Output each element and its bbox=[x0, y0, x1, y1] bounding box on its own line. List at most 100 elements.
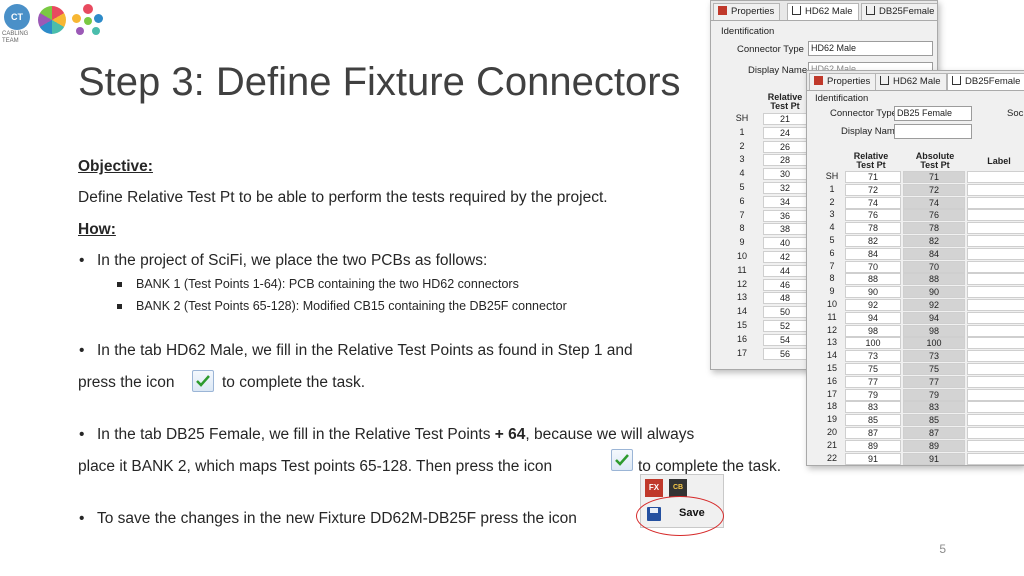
relative-test-pt-cell[interactable]: 48 bbox=[763, 292, 807, 305]
relative-test-pt-header: Relative Test Pt bbox=[767, 92, 803, 111]
page-number: 5 bbox=[939, 542, 946, 556]
bullet-2-line-1: In the tab HD62 Male, we fill in the Rel… bbox=[97, 342, 633, 359]
relative-test-pt-cell[interactable]: 46 bbox=[763, 278, 807, 291]
relative-test-pt-cell[interactable]: 42 bbox=[763, 251, 807, 263]
relative-test-pt-cell[interactable]: 100 bbox=[845, 337, 901, 350]
relative-test-pt-cell[interactable]: 36 bbox=[763, 209, 807, 222]
relative-test-pt-cell[interactable]: 85 bbox=[845, 414, 901, 427]
connector-icon bbox=[880, 76, 889, 85]
relative-test-pt-cell[interactable]: 32 bbox=[763, 182, 807, 194]
confirm-check-icon[interactable] bbox=[611, 449, 633, 471]
row-number: 8 bbox=[739, 223, 745, 234]
absolute-test-pt-cell: 92 bbox=[903, 299, 965, 311]
relative-test-pt-cell[interactable]: 52 bbox=[763, 320, 807, 332]
label-cell[interactable] bbox=[967, 439, 1024, 452]
label-cell[interactable] bbox=[967, 286, 1024, 299]
relative-test-pt-cell[interactable]: 76 bbox=[845, 209, 901, 222]
row-number: 10 bbox=[736, 251, 747, 261]
absolute-test-pt-cell: 74 bbox=[903, 196, 965, 209]
tab-hd62-male[interactable]: HD62 Male bbox=[787, 3, 859, 20]
absolute-test-pt-cell: 85 bbox=[903, 414, 965, 427]
relative-test-pt-cell[interactable]: 92 bbox=[845, 299, 901, 311]
label-cell[interactable] bbox=[967, 273, 1024, 286]
label-cell[interactable] bbox=[967, 209, 1024, 222]
relative-test-pt-cell[interactable]: 84 bbox=[845, 247, 901, 260]
relative-test-pt-cell[interactable]: 89 bbox=[845, 439, 901, 452]
relative-test-pt-cell[interactable]: 87 bbox=[845, 427, 901, 439]
label-cell[interactable] bbox=[967, 183, 1024, 196]
bullet-1-text: In the project of SciFi, we place the tw… bbox=[97, 252, 488, 269]
relative-test-pt-cell[interactable]: 78 bbox=[845, 222, 901, 235]
relative-test-pt-cell[interactable]: 77 bbox=[845, 375, 901, 388]
label-cell[interactable] bbox=[967, 363, 1024, 375]
relative-test-pt-cell[interactable]: 91 bbox=[845, 452, 901, 465]
relative-test-pt-cell[interactable]: 82 bbox=[845, 235, 901, 247]
label-cell[interactable] bbox=[967, 375, 1024, 388]
tab-properties[interactable]: Properties bbox=[713, 3, 781, 20]
relative-test-pt-cell[interactable]: 73 bbox=[845, 350, 901, 363]
relative-test-pt-cell[interactable]: 90 bbox=[845, 286, 901, 299]
logo-text-line2: TEAM bbox=[2, 38, 19, 44]
relative-test-pt-cell[interactable]: 34 bbox=[763, 195, 807, 208]
tab-db25female[interactable]: DB25Female bbox=[947, 73, 1024, 90]
relative-test-pt-cell[interactable]: 83 bbox=[845, 401, 901, 414]
label-cell[interactable] bbox=[967, 260, 1024, 273]
relative-test-pt-cell[interactable]: 71 bbox=[845, 171, 901, 183]
relative-test-pt-cell[interactable]: 26 bbox=[763, 140, 807, 153]
absolute-test-pt-cell: 100 bbox=[903, 337, 965, 350]
absolute-test-pt-cell: 94 bbox=[903, 311, 965, 324]
label-cell[interactable] bbox=[967, 299, 1024, 311]
label-cell[interactable] bbox=[967, 324, 1024, 337]
label-cell[interactable] bbox=[967, 427, 1024, 439]
pcb-icon[interactable]: CB bbox=[669, 479, 687, 497]
label-cell[interactable] bbox=[967, 196, 1024, 209]
absolute-test-pt-cell: 87 bbox=[903, 427, 965, 439]
relative-test-pt-cell[interactable]: 44 bbox=[763, 264, 807, 277]
relative-test-pt-cell[interactable]: 54 bbox=[763, 333, 807, 346]
relative-test-pt-cell[interactable]: 75 bbox=[845, 363, 901, 375]
relative-test-pt-cell[interactable]: 88 bbox=[845, 273, 901, 286]
tab-db25female[interactable]: DB25Female bbox=[861, 3, 937, 20]
relative-test-pt-cell[interactable]: 72 bbox=[845, 183, 901, 196]
label-cell[interactable] bbox=[967, 414, 1024, 427]
label-cell[interactable] bbox=[967, 235, 1024, 247]
relative-test-pt-cell[interactable]: 40 bbox=[763, 237, 807, 250]
connector-type-field[interactable]: DB25 Female bbox=[894, 106, 972, 121]
connector-type-field[interactable]: HD62 Male bbox=[808, 41, 933, 56]
row-number: 22 bbox=[826, 452, 837, 463]
bullet-dot: • bbox=[79, 426, 85, 443]
label-cell[interactable] bbox=[967, 311, 1024, 324]
relative-test-pt-cell[interactable]: 70 bbox=[845, 260, 901, 273]
logo-text-line1: CABLING bbox=[2, 31, 29, 37]
label-cell[interactable] bbox=[967, 350, 1024, 363]
relative-test-pt-cell[interactable]: 50 bbox=[763, 306, 807, 319]
row-number: 14 bbox=[826, 350, 837, 361]
relative-test-pt-cell[interactable]: 24 bbox=[763, 126, 807, 139]
label-cell[interactable] bbox=[967, 222, 1024, 235]
row-number: 21 bbox=[826, 439, 837, 450]
label-cell[interactable] bbox=[967, 401, 1024, 414]
relative-test-pt-cell[interactable]: 94 bbox=[845, 311, 901, 324]
sub-bullet-marker bbox=[117, 282, 122, 287]
tab-hd62-male[interactable]: HD62 Male bbox=[875, 73, 947, 90]
relative-test-pt-cell[interactable]: 74 bbox=[845, 196, 901, 209]
display-name-field[interactable] bbox=[894, 124, 972, 139]
tab-label: Properties bbox=[827, 76, 871, 87]
label-cell[interactable] bbox=[967, 388, 1024, 401]
tab-properties[interactable]: Properties bbox=[809, 73, 877, 90]
label-cell[interactable] bbox=[967, 337, 1024, 350]
label-cell[interactable] bbox=[967, 171, 1024, 183]
relative-test-pt-cell[interactable]: 56 bbox=[763, 347, 807, 360]
db25-female-window: Properties HD62 Male DB25Female Identifi… bbox=[806, 70, 1024, 466]
display-name-label: Display Name bbox=[841, 126, 901, 137]
fixture-icon[interactable]: FX bbox=[645, 479, 663, 497]
relative-test-pt-cell[interactable]: 21 bbox=[763, 113, 807, 125]
label-cell[interactable] bbox=[967, 452, 1024, 465]
label-cell[interactable] bbox=[967, 247, 1024, 260]
relative-test-pt-cell[interactable]: 28 bbox=[763, 154, 807, 167]
relative-test-pt-cell[interactable]: 38 bbox=[763, 223, 807, 236]
relative-test-pt-cell[interactable]: 79 bbox=[845, 388, 901, 401]
relative-test-pt-cell[interactable]: 30 bbox=[763, 168, 807, 181]
relative-test-pt-cell[interactable]: 98 bbox=[845, 324, 901, 337]
confirm-check-icon[interactable] bbox=[192, 370, 214, 392]
